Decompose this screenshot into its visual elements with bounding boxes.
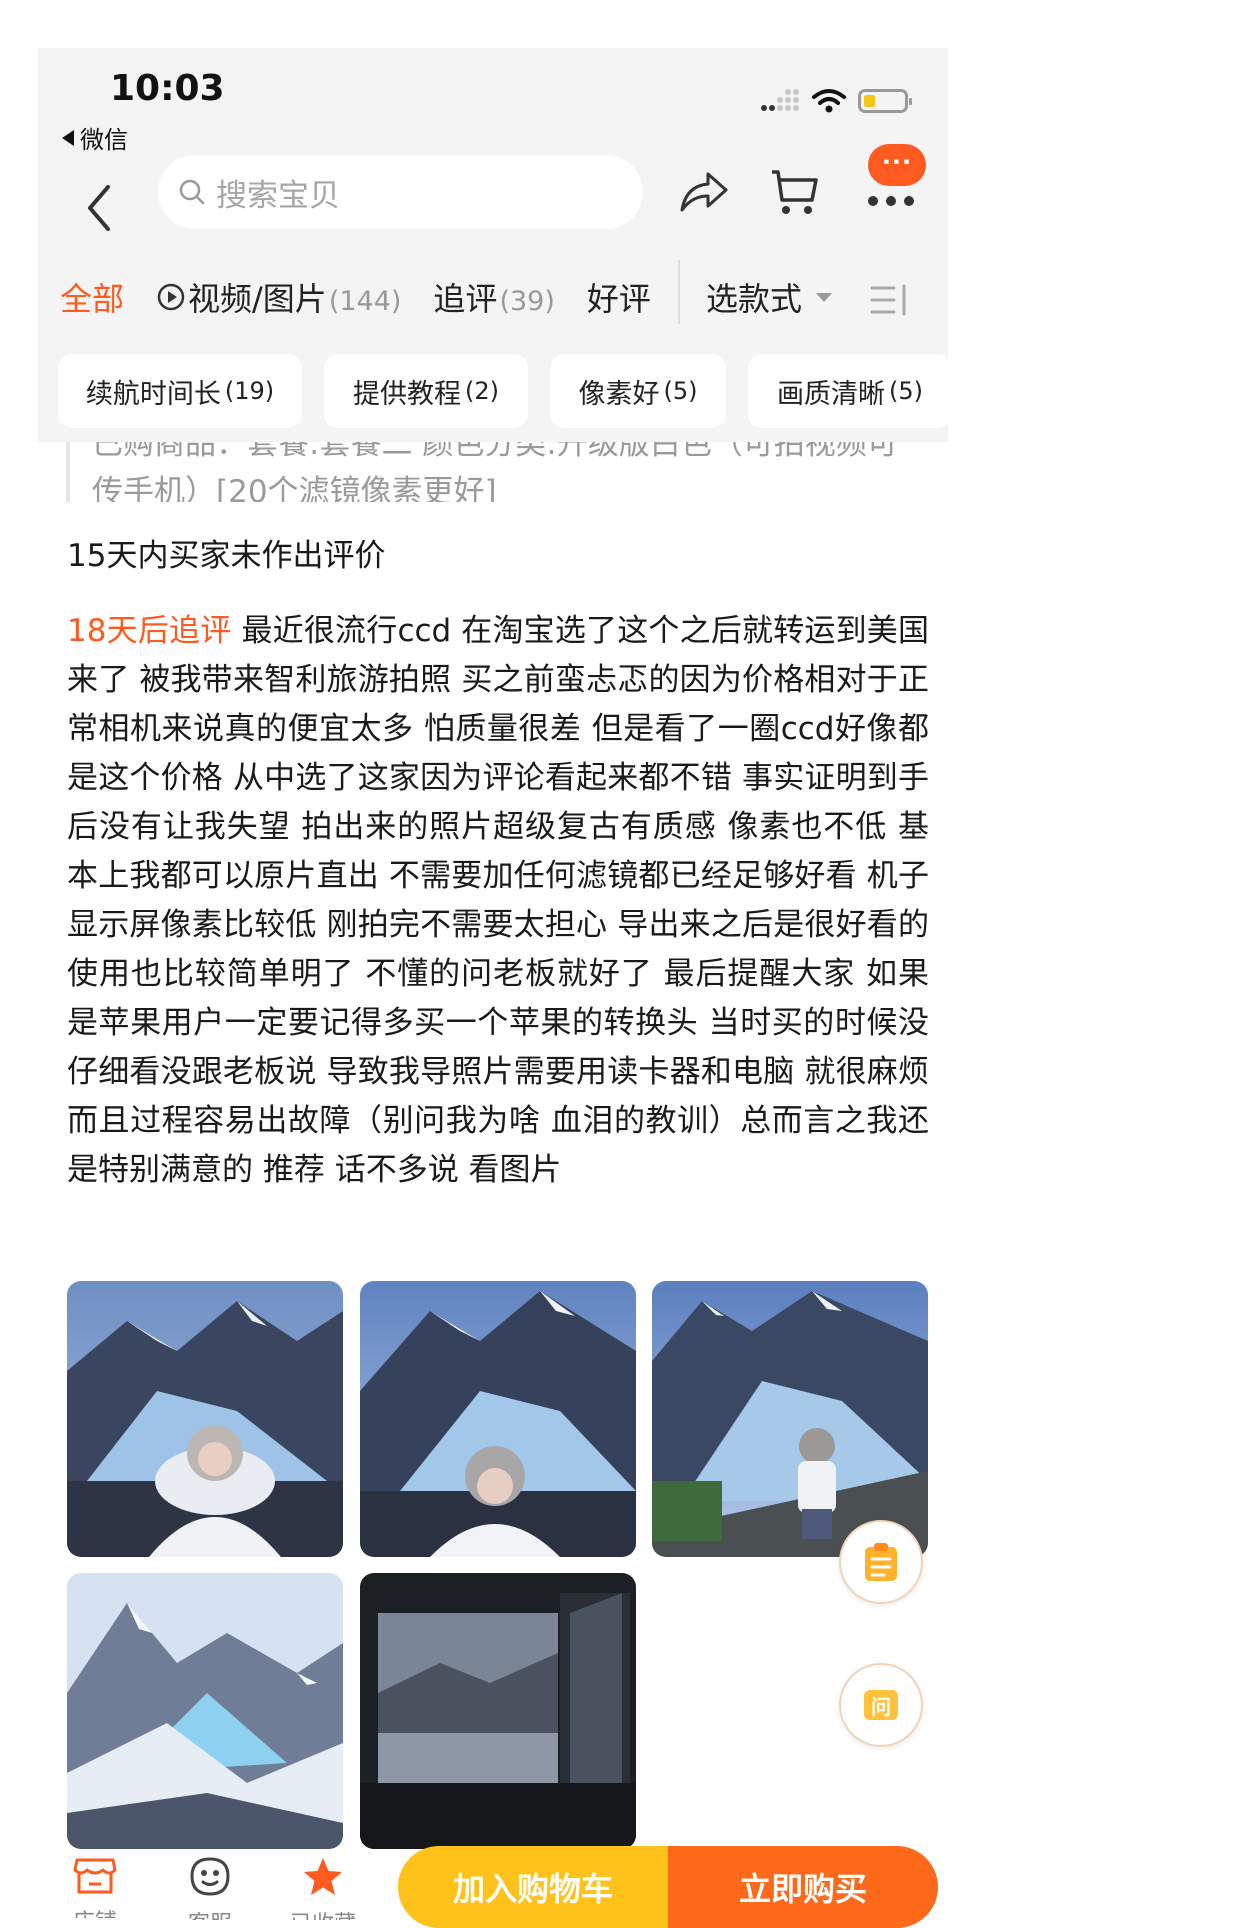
bottom-shop[interactable]: 店铺 <box>50 1856 140 1918</box>
ask-question-button[interactable]: 问 <box>839 1663 923 1747</box>
bottom-label: 客服 <box>188 1906 232 1920</box>
tab-followup[interactable]: 追评 (39) <box>433 274 554 320</box>
chip-tutorial[interactable]: 提供教程 (2) <box>324 354 528 428</box>
chip-count: (2) <box>465 377 499 405</box>
review-photo[interactable] <box>360 1573 636 1849</box>
chip-label: 像素好 <box>578 378 660 410</box>
tab-video-photo[interactable]: 视频/图片 (144) <box>156 274 401 320</box>
play-circle-icon <box>157 283 185 311</box>
review-photo[interactable] <box>652 1281 928 1557</box>
chip-count: (19) <box>224 377 275 405</box>
back-to-app[interactable]: 微信 <box>62 120 128 155</box>
cellular-signal-icon <box>761 89 799 111</box>
customer-service-icon <box>190 1857 230 1896</box>
followup-text: 最近很流行ccd 在淘宝选了这个之后就转运到美国来了 被我带来智利旅游拍照 买之… <box>67 613 929 1188</box>
filter-menu-icon[interactable] <box>870 284 910 316</box>
search-placeholder: 搜索宝贝 <box>216 177 340 214</box>
chip-count: (5) <box>663 377 698 405</box>
search-input[interactable]: 搜索宝贝 <box>158 155 643 229</box>
message-badge[interactable]: ··· <box>868 144 926 186</box>
purchased-spec-text: 已购商品：套餐:套餐二 颜色分类:升级版白色（可拍视频可传手机）[20个滤镜像素… <box>92 442 898 502</box>
tab-label: 视频/图片 <box>188 280 327 318</box>
shop-icon <box>73 1858 117 1894</box>
share-icon[interactable] <box>678 168 730 216</box>
tab-positive[interactable]: 好评 <box>587 274 651 320</box>
purchased-spec: 已购商品：套餐:套餐二 颜色分类:升级版白色（可拍视频可传手机）[20个滤镜像素… <box>66 442 926 502</box>
search-icon <box>179 179 205 205</box>
status-time: 10:03 <box>110 68 225 109</box>
add-to-cart-button[interactable]: 加入购物车 <box>398 1846 668 1928</box>
chevron-down-icon <box>816 292 833 302</box>
style-filter-dropdown[interactable]: 选款式 <box>706 274 833 320</box>
chip-label: 画质清晰 <box>777 378 885 410</box>
bottom-favorite[interactable]: 已收藏 <box>278 1856 368 1920</box>
back-triangle-icon <box>62 129 74 146</box>
chip-battery-life[interactable]: 续航时间长 (19) <box>58 354 302 428</box>
chip-label: 提供教程 <box>353 378 461 410</box>
tag-chips: 续航时间长 (19) 提供教程 (2) 像素好 (5) 画质清晰 (5) <box>58 354 952 428</box>
qa-icon: 问 <box>864 1690 898 1720</box>
top-panel: 10:03 微信 搜索宝贝 ··· 全部 视频/图片 (144) 追评 (39)… <box>38 48 952 442</box>
tab-count: (144) <box>328 286 402 317</box>
cart-icon[interactable] <box>768 166 820 220</box>
star-icon <box>304 1858 342 1895</box>
back-app-label: 微信 <box>80 126 128 154</box>
tab-all[interactable]: 全部 <box>60 274 124 320</box>
no-evaluation-text: 15天内买家未作出评价 <box>67 538 386 574</box>
back-arrow-icon[interactable] <box>80 173 120 243</box>
chip-clear-quality[interactable]: 画质清晰 (5) <box>748 354 952 428</box>
clipboard-list-icon <box>865 1543 897 1581</box>
review-photo[interactable] <box>360 1281 636 1557</box>
review-tabs: 全部 视频/图片 (144) 追评 (39) 好评 <box>60 274 683 320</box>
tab-count: (39) <box>499 286 555 317</box>
chip-label: 续航时间长 <box>85 378 221 410</box>
bottom-label: 店铺 <box>73 1904 117 1918</box>
bottom-label: 已收藏 <box>290 1906 356 1920</box>
wifi-icon <box>812 89 846 113</box>
more-icon[interactable] <box>866 194 916 208</box>
tab-label: 全部 <box>60 280 125 318</box>
review-list-button[interactable] <box>839 1520 923 1604</box>
tab-label: 追评 <box>433 280 498 318</box>
chip-good-pixels[interactable]: 像素好 (5) <box>550 354 726 428</box>
style-filter-label: 选款式 <box>706 280 803 318</box>
review-photo[interactable] <box>67 1573 343 1849</box>
bottom-service[interactable]: 客服 <box>165 1856 255 1920</box>
status-icons <box>760 88 912 114</box>
tab-label: 好评 <box>586 280 651 318</box>
buy-now-button[interactable]: 立即购买 <box>668 1846 938 1928</box>
followup-review: 18天后追评 最近很流行ccd 在淘宝选了这个之后就转运到美国来了 被我带来智利… <box>67 607 929 1195</box>
review-photo[interactable] <box>67 1281 343 1557</box>
chip-count: (5) <box>889 377 923 405</box>
tab-divider <box>678 260 680 324</box>
battery-icon <box>858 89 912 113</box>
followup-tag: 18天后追评 <box>67 613 232 649</box>
